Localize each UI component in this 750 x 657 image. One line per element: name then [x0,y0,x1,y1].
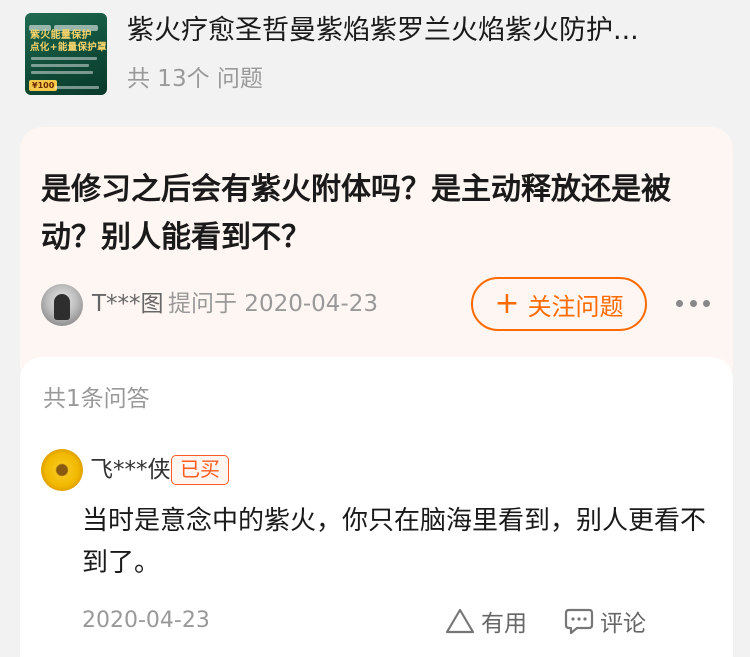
question-count: 共 13个 问题 [127,66,263,92]
question-title: 是修习之后会有紫火附体吗？是主动释放还是被动？别人能看到不？ [41,172,671,255]
more-dots-icon[interactable] [676,289,710,317]
asker-name: T***图 [92,291,164,317]
useful-button[interactable]: 有用 [445,604,527,638]
ask-date: 提问于 2020-04-23 [168,291,378,317]
answer-text: 当时是意念中的紫火，你只在脑海里看到，别人更看不到了。 [82,506,707,578]
follow-question-label: 关注问题 [527,292,624,321]
comment-label: 评论 [600,611,646,637]
follow-question-button[interactable]: + 关注问题 [471,277,647,331]
answer-date: 2020-04-23 [82,608,210,633]
answers-card: 共1条问答 飞***侠 已买 当时是意念中的紫火，你只在脑海里看到，别人更看不到… [20,357,733,657]
comment-bubble-icon [564,608,594,635]
thumbnail-line-2: 点化+能量保护罩 [30,42,107,53]
product-thumbnail[interactable]: 紫火能量保护 点化+能量保护罩 ¥100 [25,13,107,95]
thumbnail-fine-print [31,57,101,78]
product-header[interactable]: 紫火能量保护 点化+能量保护罩 ¥100 紫火疗愈圣哲曼紫焰紫罗兰火焰紫火防护.… [0,0,750,112]
comment-button[interactable]: 评论 [564,604,646,638]
thumbnail-bottom-line [55,86,99,89]
thumbnail-top-bar [29,16,103,31]
product-title[interactable]: 紫火疗愈圣哲曼紫焰紫罗兰火焰紫火防护... [127,12,727,50]
asker-avatar [41,284,83,326]
thumbnail-price: ¥100 [29,80,58,91]
triangle-up-icon [445,608,475,634]
bought-badge: 已买 [171,455,229,485]
question-card: 是修习之后会有紫火附体吗？是主动释放还是被动？别人能看到不？ T***图 提问于… [20,127,733,387]
answerer-name: 飞***侠 [90,457,171,483]
answerer-avatar [41,449,83,491]
answer-count: 共1条问答 [43,386,150,412]
plus-icon: + [494,286,520,321]
useful-label: 有用 [481,611,527,637]
